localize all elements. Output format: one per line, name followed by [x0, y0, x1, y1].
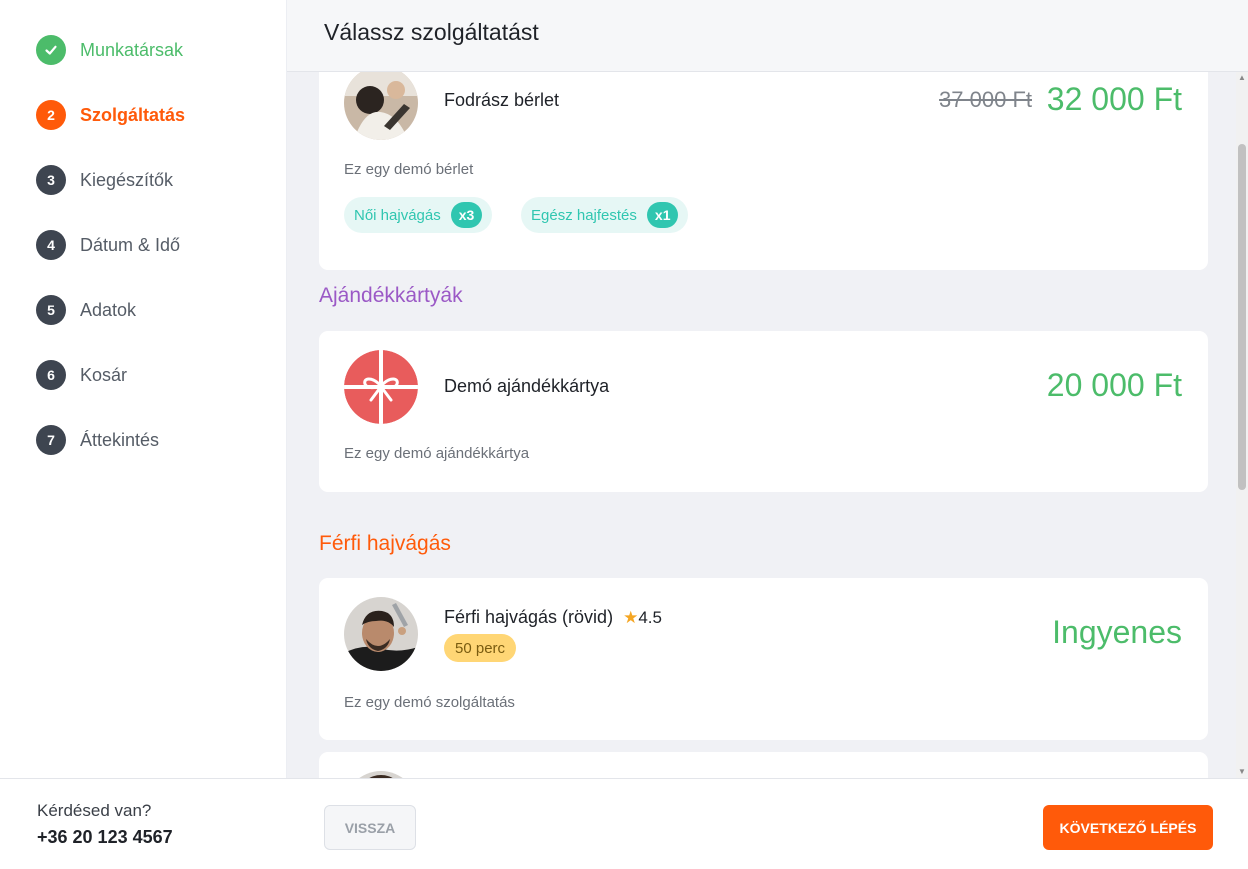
duration-badge: 50 perc	[444, 634, 517, 662]
main-panel: Válassz szolgáltatást Fodrász bérlet 37 …	[287, 0, 1248, 778]
service-title-row: Férfi hajvágás (rövid) ★4.5	[444, 607, 662, 628]
pass-thumbnail	[344, 72, 418, 140]
step-szolgaltatas[interactable]: 2 Szolgáltatás	[36, 99, 185, 131]
next-step-button[interactable]: KÖVETKEZŐ LÉPÉS	[1043, 805, 1213, 850]
service-card-mens-short[interactable]: Férfi hajvágás (rövid) ★4.5 50 perc Ingy…	[319, 578, 1208, 740]
step-kosar[interactable]: 6 Kosár	[36, 359, 127, 391]
step-number: 7	[36, 425, 66, 455]
giftcard-description: Ez egy demó ajándékkártya	[344, 445, 530, 462]
step-number: 3	[36, 165, 66, 195]
step-attekintes[interactable]: 7 Áttekintés	[36, 424, 159, 456]
step-number: 5	[36, 295, 66, 325]
pass-title: Fodrász bérlet	[444, 90, 560, 110]
giftcard-title: Demó ajándékkártya	[444, 376, 610, 396]
help-phone[interactable]: +36 20 123 4567	[37, 827, 173, 848]
giftcard-price: 20 000 Ft	[1046, 367, 1182, 403]
star-icon: ★	[623, 607, 639, 627]
step-label: Áttekintés	[80, 429, 160, 450]
step-label: Kiegészítők	[80, 169, 174, 190]
service-card-next[interactable]	[319, 752, 1208, 778]
step-label: Adatok	[80, 299, 137, 320]
pass-tag-egesz-hajfestes: Egész hajfestés x1	[521, 197, 689, 233]
step-number: 4	[36, 230, 66, 260]
step-adatok[interactable]: 5 Adatok	[36, 294, 136, 326]
tag-label: Egész hajfestés	[531, 206, 637, 224]
step-label: Munkatársak	[80, 39, 184, 60]
step-number: 6	[36, 360, 66, 390]
rating-value: 4.5	[638, 607, 662, 627]
step-kiegeszitok[interactable]: 3 Kiegészítők	[36, 164, 173, 196]
service-thumbnail	[344, 771, 418, 778]
page-title: Válassz szolgáltatást	[324, 19, 539, 45]
step-munkatarsak[interactable]: Munkatársak	[36, 34, 183, 66]
footer: Kérdésed van? +36 20 123 4567 VISSZA KÖV…	[0, 778, 1248, 869]
section-title-mens-haircut: Férfi hajvágás	[319, 532, 451, 555]
step-label: Szolgáltatás	[80, 104, 186, 125]
pass-tag-noi-hajvagas: Női hajvágás x3	[344, 197, 493, 233]
gift-icon	[344, 350, 418, 424]
check-icon	[36, 35, 66, 65]
step-datum-ido[interactable]: 4 Dátum & Idő	[36, 229, 180, 261]
service-description: Ez egy demó szolgáltatás	[344, 694, 515, 711]
tag-count: x1	[646, 202, 679, 228]
step-label: Dátum & Idő	[80, 234, 181, 255]
giftcard-card[interactable]: Demó ajándékkártya 20 000 Ft Ez egy demó…	[319, 331, 1208, 492]
section-title-giftcards: Ajándékkártyák	[319, 284, 463, 307]
scrollbar[interactable]: ▲ ▼	[1236, 72, 1248, 778]
step-label: Kosár	[80, 364, 128, 385]
pass-price: 32 000 Ft	[1046, 81, 1182, 117]
service-title: Férfi hajvágás (rövid)	[444, 607, 614, 627]
pass-old-price: 37 000 Ft	[939, 87, 1032, 112]
rating: ★4.5	[623, 608, 662, 628]
help-question: Kérdésed van?	[37, 801, 152, 820]
back-button[interactable]: VISSZA	[324, 805, 416, 850]
pass-description: Ez egy demó bérlet	[344, 161, 474, 178]
scroll-up-arrow-icon[interactable]: ▲	[1236, 72, 1248, 84]
service-price: Ingyenes	[1052, 614, 1182, 650]
service-thumbnail	[344, 597, 418, 671]
sidebar-steps: Munkatársak 2 Szolgáltatás 3 Kiegészítők…	[0, 0, 287, 778]
scrollbar-thumb[interactable]	[1238, 144, 1246, 490]
pass-card[interactable]: Fodrász bérlet 37 000 Ft 32 000 Ft Ez eg…	[319, 72, 1208, 270]
step-number: 2	[36, 100, 66, 130]
tag-count: x3	[450, 202, 483, 228]
scroll-down-arrow-icon[interactable]: ▼	[1236, 766, 1248, 778]
service-list[interactable]: Fodrász bérlet 37 000 Ft 32 000 Ft Ez eg…	[287, 72, 1236, 778]
tag-label: Női hajvágás	[354, 206, 441, 224]
page-header: Válassz szolgáltatást	[287, 0, 1248, 72]
